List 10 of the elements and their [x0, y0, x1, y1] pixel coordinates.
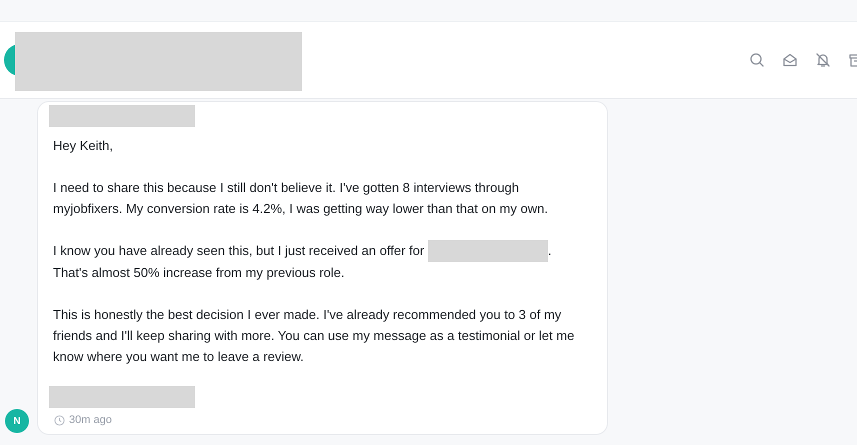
clock-icon: [54, 414, 65, 426]
message-paragraph: This is honestly the best decision I ever made. I've already recommended you to 3 of my friends and I'll keep sharing with more. You can use my message as a testimonial or let me know where you want me to leave a review.: [53, 306, 576, 366]
message-paragraph: I know you have already seen this, but I just received an offer for . That's almost 50% increase from my previous role.: [53, 240, 583, 283]
avatar: N: [5, 409, 29, 433]
search-icon[interactable]: [749, 52, 765, 68]
open-envelope-icon[interactable]: [782, 52, 798, 68]
bell-off-icon[interactable]: [815, 52, 831, 68]
timestamp: 30m ago: [69, 414, 112, 426]
message-paragraph: Hey Keith,: [53, 137, 114, 155]
message-paragraph: I need to share this because I still don't believe it. I've gotten 8 interviews through myjobfixers. My conversion rate is 4.2%, I was getting way lower than that on my own.: [53, 179, 549, 218]
